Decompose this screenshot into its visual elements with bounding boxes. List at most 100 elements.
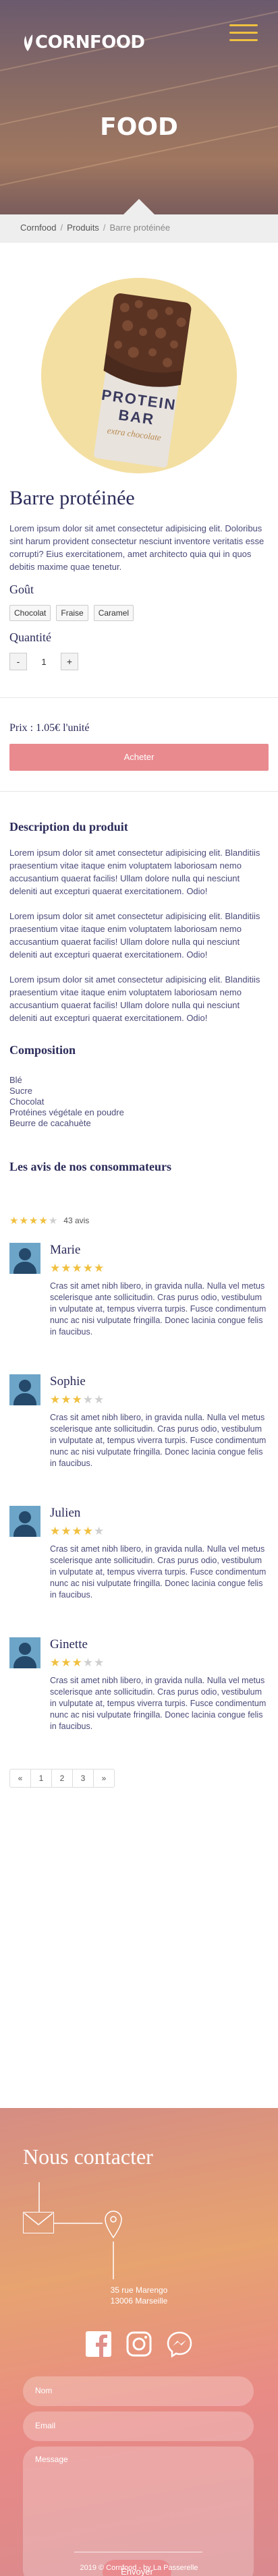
average-stars-icon: ★★★★★: [9, 1214, 58, 1227]
reviewer-name: Ginette: [50, 1637, 88, 1651]
pagination-page-2[interactable]: 2: [51, 1769, 73, 1788]
description-paragraph: Lorem ipsum dolor sit amet consectetur a…: [9, 911, 260, 960]
star-empty-icon: ★: [82, 1656, 94, 1669]
star-filled-icon: ★: [61, 1262, 72, 1275]
contact-address: 35 rue Marengo 13006 Marseille: [0, 2285, 278, 2306]
purchase-box: Prix : 1.05€ l'unité Acheter: [0, 697, 278, 792]
taste-fraise-button[interactable]: Fraise: [56, 605, 88, 621]
reviewer-name: Sophie: [50, 1374, 86, 1388]
instagram-icon[interactable]: [126, 2331, 152, 2358]
star-filled-icon: ★: [72, 1525, 83, 1538]
facebook-icon[interactable]: [85, 2331, 112, 2358]
star-filled-icon: ★: [19, 1215, 29, 1227]
rating-summary: ★★★★★ 43 avis: [9, 1214, 269, 1227]
list-item: Protéines végétale en poudre: [9, 1107, 124, 1117]
review-count: 43 avis: [63, 1216, 90, 1225]
description-paragraph: Lorem ipsum dolor sit amet consectetur a…: [9, 974, 260, 1023]
hero-banner: CORNFOOD FOOD: [0, 0, 278, 214]
reviewer-name: Marie: [50, 1243, 81, 1257]
star-empty-icon: ★: [94, 1656, 105, 1669]
review-text: Cras sit amet nibh libero, in gravida nu…: [50, 1676, 267, 1731]
hero-notch: [123, 199, 155, 214]
star-filled-icon: ★: [72, 1262, 83, 1275]
avatar: [9, 1374, 40, 1405]
taste-caramel-button[interactable]: Caramel: [93, 605, 134, 621]
star-empty-icon: ★: [94, 1393, 105, 1406]
buy-button[interactable]: Acheter: [9, 744, 269, 771]
pagination-next-button[interactable]: »: [93, 1769, 115, 1788]
composition-section: Composition Blé Sucre Chocolat Protéines…: [0, 1043, 278, 1129]
review-stars-icon: ★★★★★: [50, 1525, 269, 1538]
mail-icon[interactable]: [23, 2212, 54, 2233]
logo-text: CORNFOOD: [35, 32, 145, 53]
social-links: [0, 2331, 278, 2358]
message-field[interactable]: Message: [23, 2447, 254, 2576]
review-text: Cras sit amet nibh libero, in gravida nu…: [50, 1281, 267, 1337]
taste-chocolat-button[interactable]: Chocolat: [9, 605, 51, 621]
star-filled-icon: ★: [9, 1215, 20, 1227]
contact-section: Nous contacter 35 rue Marengo 13006 Mars…: [0, 2108, 278, 2576]
star-filled-icon: ★: [72, 1393, 83, 1406]
breadcrumb-products-link[interactable]: Produits: [67, 223, 99, 235]
star-filled-icon: ★: [61, 1656, 72, 1669]
star-filled-icon: ★: [82, 1525, 94, 1538]
composition-list: Blé Sucre Chocolat Protéines végétale en…: [9, 1075, 269, 1129]
star-filled-icon: ★: [50, 1393, 61, 1406]
email-field[interactable]: Email: [23, 2411, 254, 2441]
list-item: Blé: [9, 1075, 22, 1085]
description-section: Description du produit Lorem ipsum dolor…: [0, 820, 278, 1024]
review-text: Cras sit amet nibh libero, in gravida nu…: [50, 1544, 267, 1600]
list-item: Chocolat: [9, 1096, 45, 1107]
pagination-page-1[interactable]: 1: [30, 1769, 52, 1788]
address-line-2: 13006 Marseille: [110, 2296, 168, 2306]
quantity-stepper: - 1 +: [9, 653, 269, 670]
name-field[interactable]: Nom: [23, 2376, 254, 2406]
star-empty-icon: ★: [48, 1215, 59, 1227]
star-filled-icon: ★: [82, 1262, 94, 1275]
contact-title: Nous contacter: [23, 2144, 153, 2169]
reviews-title: Les avis de nos consommateurs: [9, 1160, 172, 1173]
review-item: Ginette ★★★★★ Cras sit amet nibh libero,…: [9, 1637, 269, 1732]
product-title: Barre protéinée: [9, 487, 135, 509]
reviewer-name: Julien: [50, 1506, 81, 1520]
review-stars-icon: ★★★★★: [50, 1656, 269, 1670]
menu-burger-icon[interactable]: [229, 24, 258, 45]
star-empty-icon: ★: [94, 1525, 105, 1538]
quantity-minus-button[interactable]: -: [9, 653, 27, 670]
review-stars-icon: ★★★★★: [50, 1262, 269, 1275]
quantity-value[interactable]: 1: [34, 657, 54, 667]
star-filled-icon: ★: [61, 1393, 72, 1406]
avatar: [9, 1243, 40, 1274]
page-title: FOOD: [100, 113, 178, 141]
taste-label: Goût: [9, 583, 34, 596]
site-logo[interactable]: CORNFOOD: [22, 32, 145, 53]
composition-title: Composition: [9, 1043, 76, 1057]
footer-copyright: 2019 © Cornfood - by La Passerelle: [80, 2564, 198, 2572]
star-empty-icon: ★: [82, 1393, 94, 1406]
product-image: PROTEIN BAR extra chocolate: [41, 278, 237, 473]
breadcrumb-current: Barre protéinée: [109, 223, 171, 233]
location-pin-icon[interactable]: [103, 2209, 124, 2239]
product-details: Barre protéinée Lorem ipsum dolor sit am…: [0, 487, 278, 670]
star-filled-icon: ★: [61, 1525, 72, 1538]
corn-leaf-icon: [24, 34, 33, 51]
breadcrumb-home-link[interactable]: Cornfood: [20, 223, 56, 235]
taste-options: Chocolat Fraise Caramel: [9, 605, 269, 621]
product-intro: Lorem ipsum dolor sit amet consectetur a…: [9, 523, 265, 572]
star-filled-icon: ★: [50, 1262, 61, 1275]
pagination-prev-button[interactable]: «: [9, 1769, 31, 1788]
quantity-plus-button[interactable]: +: [61, 653, 78, 670]
reviews-section: Les avis de nos consommateurs ★★★★★ 43 a…: [0, 1160, 278, 1732]
review-stars-icon: ★★★★★: [50, 1393, 269, 1407]
messenger-icon[interactable]: [166, 2331, 193, 2358]
product-price: Prix : 1.05€ l'unité: [9, 722, 90, 734]
avatar: [9, 1506, 40, 1537]
pagination-page-3[interactable]: 3: [72, 1769, 94, 1788]
avatar: [9, 1637, 40, 1668]
list-item: Beurre de cacahuète: [9, 1118, 91, 1128]
list-item: Sucre: [9, 1086, 32, 1096]
star-filled-icon: ★: [94, 1262, 105, 1275]
description-paragraph: Lorem ipsum dolor sit amet consectetur a…: [9, 848, 260, 896]
star-filled-icon: ★: [50, 1656, 61, 1669]
quantity-label: Quantité: [9, 631, 51, 644]
